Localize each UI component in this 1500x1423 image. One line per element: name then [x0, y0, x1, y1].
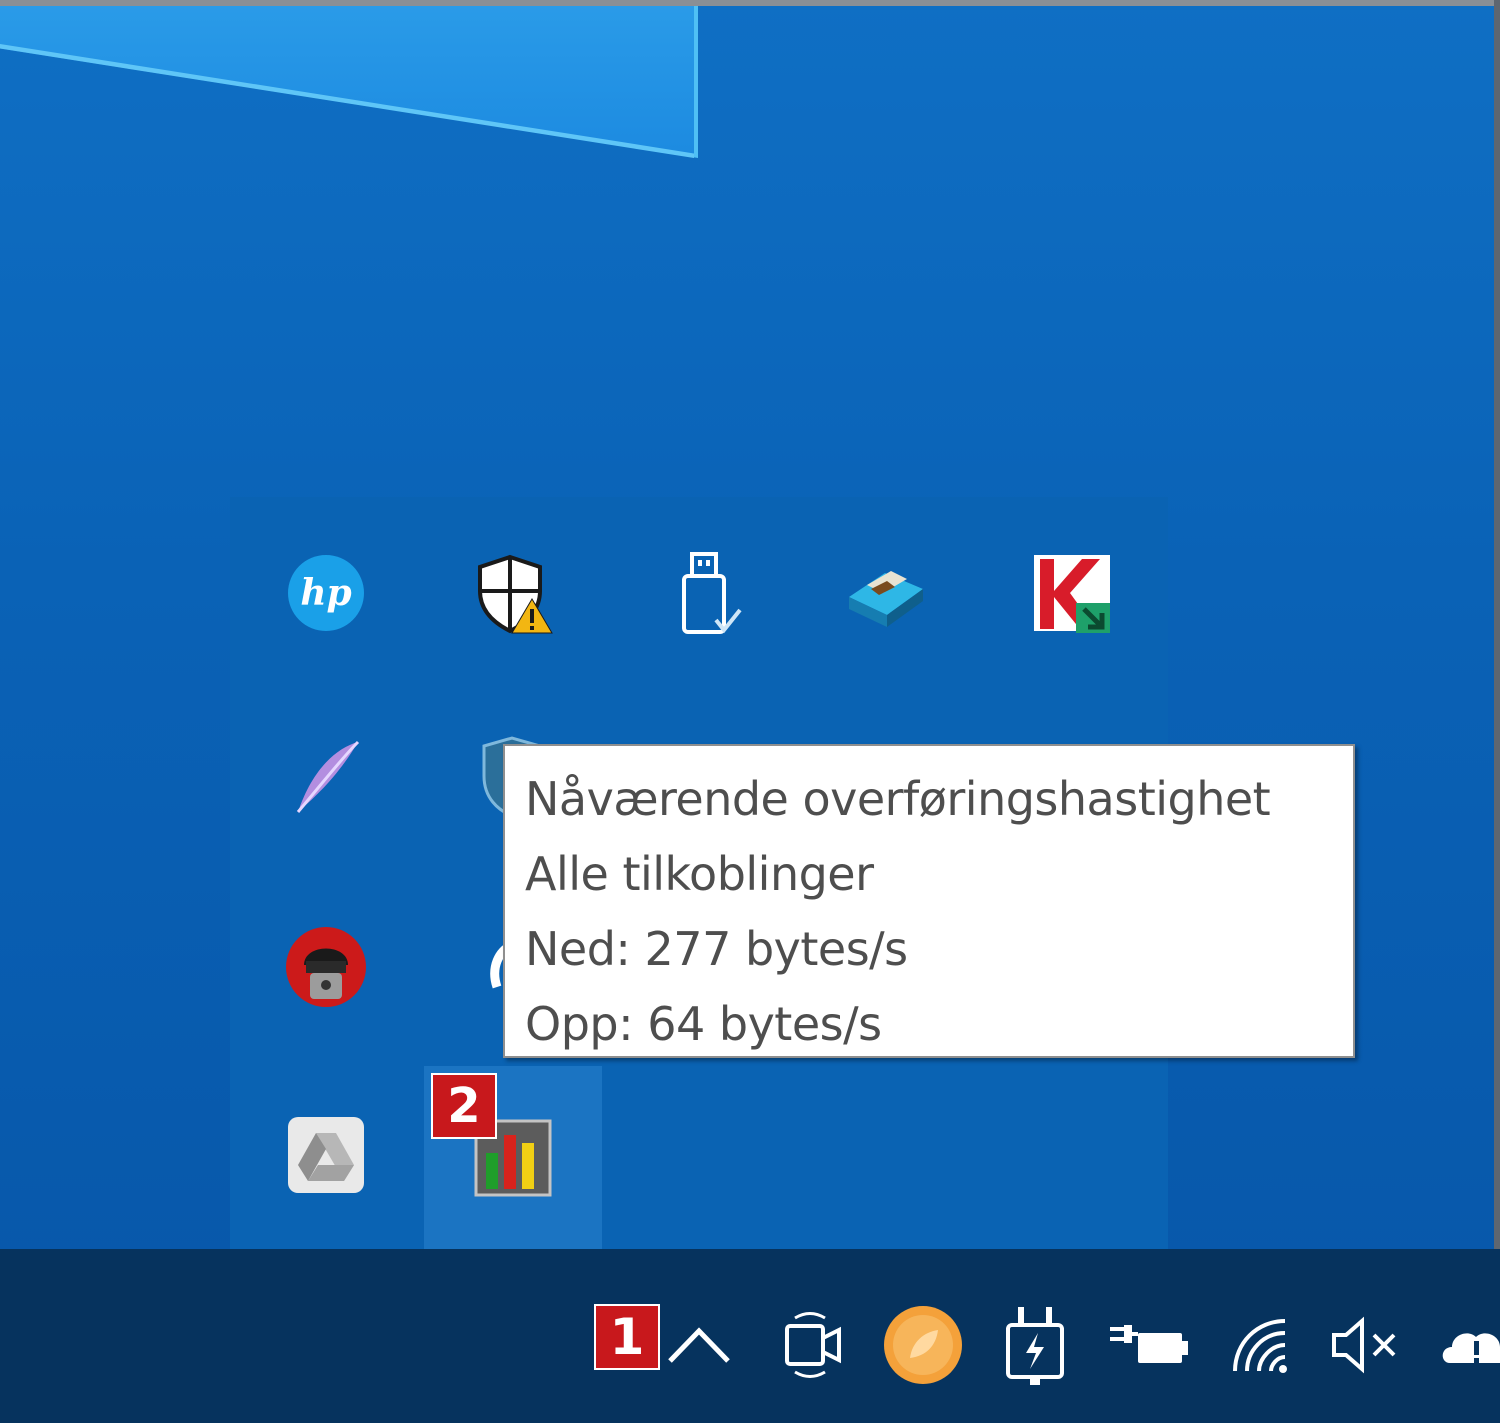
- svg-text:hp: hp: [300, 572, 351, 614]
- onedrive-cloud-icon[interactable]: [1440, 1300, 1500, 1390]
- google-drive-icon[interactable]: [281, 1110, 371, 1200]
- kaspersky-icon[interactable]: [1027, 548, 1117, 638]
- orange-app-icon[interactable]: [880, 1300, 966, 1390]
- security-shield-warning-icon[interactable]: [467, 548, 557, 638]
- tooltip-download-speed: Ned: 277 bytes/s: [525, 922, 908, 976]
- tooltip-upload-speed: Opp: 64 bytes/s: [525, 997, 882, 1051]
- tooltip-title: Nåværende overføringshastighet: [525, 772, 1271, 826]
- spy-agent-icon[interactable]: [281, 922, 371, 1012]
- network-speed-tooltip: Nåværende overføringshastighet Alle tilk…: [503, 744, 1355, 1058]
- show-hidden-icons-chevron[interactable]: [664, 1300, 734, 1390]
- volume-muted-icon[interactable]: [1328, 1300, 1404, 1390]
- windows-wallpaper-logo-pane: [0, 6, 698, 158]
- feather-pen-icon[interactable]: [281, 733, 371, 823]
- tooltip-connections: Alle tilkoblinger: [525, 847, 874, 901]
- wifi-icon[interactable]: [1228, 1300, 1294, 1390]
- meet-now-camera-icon[interactable]: [780, 1300, 846, 1390]
- battery-charging-icon[interactable]: [1106, 1300, 1190, 1390]
- callout-badge-1: 1: [594, 1304, 660, 1370]
- usb-power-icon[interactable]: [1000, 1300, 1070, 1390]
- screen-frame-top: [0, 0, 1500, 6]
- screen-frame-right: [1494, 0, 1500, 1423]
- usb-eject-icon[interactable]: [659, 548, 749, 638]
- hp-icon[interactable]: hp: [281, 548, 371, 638]
- callout-badge-2: 2: [431, 1073, 497, 1139]
- printer-scanner-icon[interactable]: [840, 548, 930, 638]
